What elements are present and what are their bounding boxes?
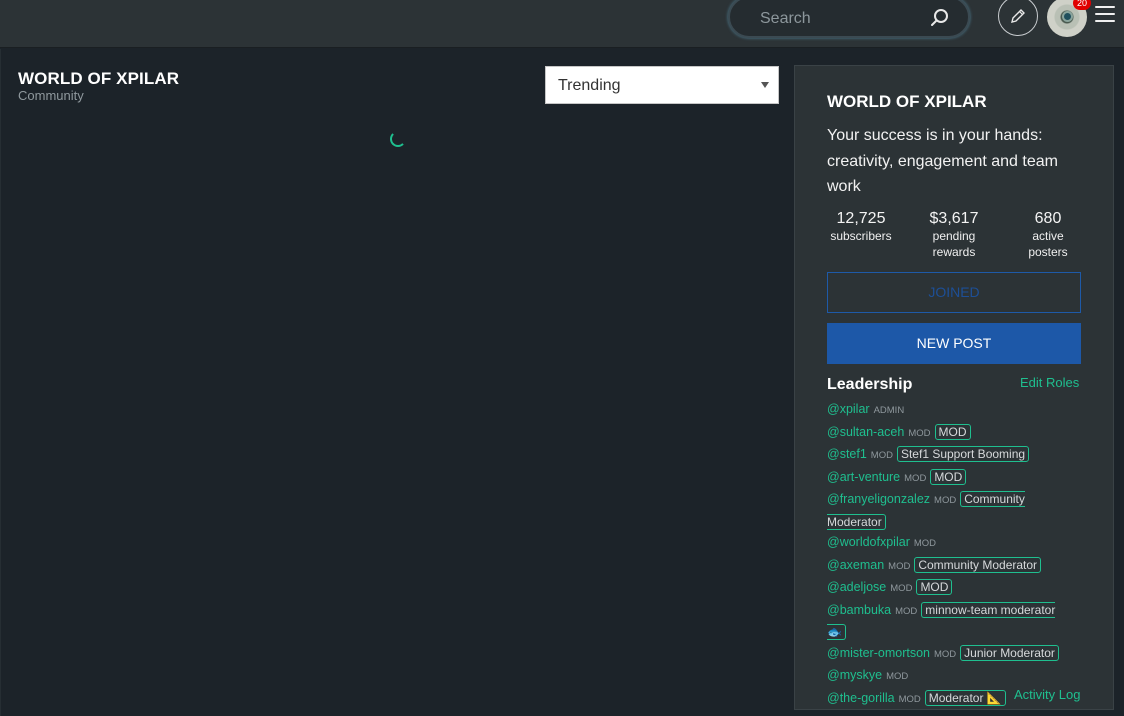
sort-select-value: Trending <box>558 77 621 94</box>
leader-username[interactable]: @stef1 <box>827 447 867 461</box>
leader-role: MOD <box>886 671 909 682</box>
stat-active-posters: 680 active posters <box>1015 209 1081 260</box>
leader-title-tag: Moderator 📐 <box>924 689 1006 706</box>
leader-role: MOD <box>890 583 913 594</box>
leader-username[interactable]: @the-gorilla <box>827 691 895 705</box>
leader-role: MOD <box>898 693 921 705</box>
leader-username[interactable]: @myskye <box>827 668 882 682</box>
leader-role: MOD <box>895 605 918 617</box>
leader-role: MOD <box>934 648 957 660</box>
activity-log-link[interactable]: Activity Log <box>1014 687 1080 702</box>
loading-spinner-icon <box>390 131 406 147</box>
leader-role: MOD <box>934 495 957 506</box>
sort-select[interactable]: Trending <box>545 66 779 104</box>
stat-value: 12,725 <box>836 210 886 227</box>
menu-icon[interactable] <box>1095 6 1115 24</box>
leader-username[interactable]: @sultan-aceh <box>827 425 904 439</box>
leader-title-tag: MOD <box>934 423 971 440</box>
sidebar-title: WORLD OF XPILAR <box>827 92 987 111</box>
new-post-pencil-button[interactable] <box>998 0 1038 36</box>
sidebar-description: Your success is in your hands: creativit… <box>827 127 1058 195</box>
stat-pending-rewards: $3,617 pending rewards <box>921 209 987 260</box>
pencil-icon <box>1011 9 1025 23</box>
list-item: @axeman MOD Community Moderator <box>827 555 1077 578</box>
leader-title-tag: Junior Moderator <box>960 644 1059 661</box>
list-item: @worldofxpilar MOD <box>827 532 1077 555</box>
leader-role: MOD <box>904 472 927 484</box>
stat-label: pending rewards <box>932 229 976 259</box>
page-title: WORLD OF XPILAR <box>18 69 180 88</box>
list-item: @myskye MOD <box>827 665 1077 688</box>
new-post-button[interactable]: NEW POST <box>827 323 1081 364</box>
main-content: WORLD OF XPILAR Community Trending <box>0 49 790 716</box>
stat-subscribers: 12,725 subscribers <box>827 209 895 244</box>
leader-title-tag: Community Moderator <box>914 556 1042 573</box>
notification-badge[interactable]: 20 <box>1073 0 1091 10</box>
leader-username[interactable]: @mister-omortson <box>827 646 930 660</box>
leadership-title: Leadership <box>827 376 913 393</box>
list-item: @franyeligonzalez MOD Community Moderator <box>827 489 1077 532</box>
leader-role: ADMIN <box>873 405 905 416</box>
search-input[interactable] <box>760 8 920 30</box>
leader-username[interactable]: @bambuka <box>827 603 891 617</box>
list-item: @sultan-aceh MOD MOD <box>827 422 1077 445</box>
community-sidebar: WORLD OF XPILAR Your success is in your … <box>794 65 1114 710</box>
leader-title-tag: Stef1 Support Booming <box>896 446 1030 462</box>
list-item: @xpilar ADMIN <box>827 399 1077 422</box>
leader-username[interactable]: @worldofxpilar <box>827 535 910 549</box>
chevron-down-icon <box>761 82 769 88</box>
page-subtitle: Community <box>18 88 84 103</box>
stat-label: subscribers <box>830 229 892 243</box>
leader-username[interactable]: @adeljose <box>827 580 886 594</box>
list-item: @adeljose MOD MOD <box>827 577 1077 600</box>
list-item: @art-venture MOD MOD <box>827 467 1077 490</box>
leader-username[interactable]: @franyeligonzalez <box>827 492 930 506</box>
list-item: @stef1 MOD Stef1 Support Booming <box>827 444 1077 467</box>
leader-title-tag: MOD <box>916 579 953 595</box>
stat-value: $3,617 <box>929 210 979 227</box>
stat-label: active posters <box>1028 229 1068 259</box>
edit-roles-link[interactable]: Edit Roles <box>1020 375 1079 390</box>
leadership-list: @xpilar ADMIN @sultan-aceh MOD MOD @stef1 MO… <box>827 399 1077 710</box>
joined-button[interactable]: JOINED <box>827 272 1081 313</box>
search-icon[interactable] <box>929 7 951 29</box>
leader-username[interactable]: @art-venture <box>827 470 900 484</box>
leader-username[interactable]: @axeman <box>827 558 884 572</box>
leader-role: MOD <box>913 538 937 549</box>
leader-role: MOD <box>870 450 893 461</box>
list-item: @bambuka MOD minnow-team moderator 🐟 <box>827 600 1077 643</box>
list-item: @mister-omortson MOD Junior Moderator <box>827 643 1077 666</box>
leader-role: MOD <box>908 427 931 439</box>
stat-value: 680 <box>1034 210 1062 227</box>
avatar-image <box>1062 11 1073 22</box>
leader-title-tag: MOD <box>930 468 967 485</box>
top-bar: 20 <box>0 0 1124 48</box>
leader-username[interactable]: @xpilar <box>827 402 870 416</box>
leader-role: MOD <box>888 560 911 572</box>
search-box[interactable] <box>728 0 970 38</box>
